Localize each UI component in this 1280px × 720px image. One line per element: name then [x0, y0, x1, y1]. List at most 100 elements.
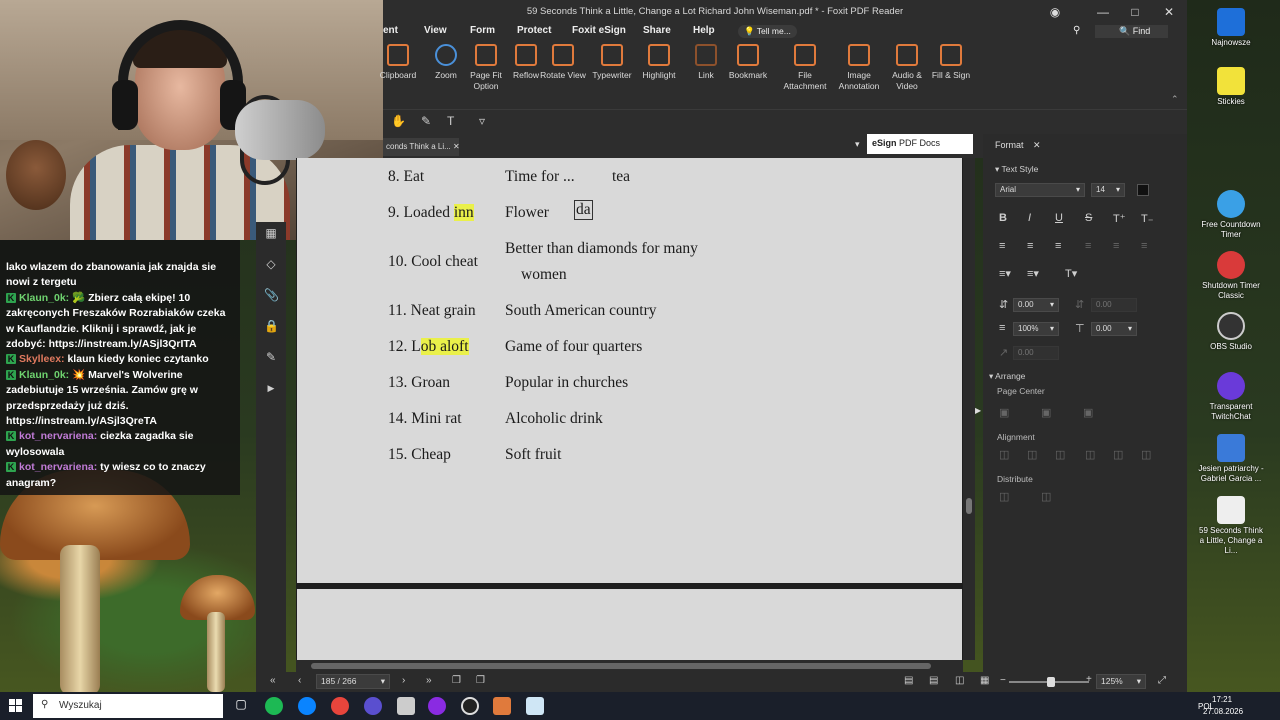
bold-icon[interactable]: B [999, 212, 1007, 224]
center-horizontal-icon[interactable]: ▣ [999, 406, 1009, 419]
bookmark-button[interactable]: Bookmark [725, 44, 771, 81]
superscript-icon[interactable]: T⁺ [1113, 212, 1126, 225]
desktop-icon[interactable]: 59 Seconds Think a Little, Change a Li..… [1196, 496, 1266, 556]
align-left-icon[interactable]: ≡ [999, 240, 1005, 252]
customize-dropdown-icon[interactable]: ▿ [479, 114, 485, 128]
align-objects-right-icon[interactable]: ◫ [1055, 448, 1065, 461]
justify-right-icon[interactable]: ≡ [1141, 240, 1147, 252]
maximize-button[interactable]: □ [1127, 4, 1143, 20]
audio-video-button[interactable]: Audio & Video [884, 44, 930, 92]
facing-page-icon[interactable]: ◫ [955, 675, 964, 686]
app-icon[interactable] [428, 697, 446, 715]
rotate-view-button[interactable]: Rotate View [540, 44, 586, 81]
single-page-icon[interactable]: ▤ [904, 675, 913, 686]
continuous-facing-icon[interactable]: ▦ [980, 675, 989, 686]
desktop-icon[interactable]: Stickies [1196, 67, 1266, 107]
align-objects-top-icon[interactable]: ◫ [1085, 448, 1095, 461]
horizontal-scale-select[interactable]: 100% ▾ [1013, 322, 1059, 336]
security-lock-icon[interactable]: 🔒 [264, 319, 279, 333]
center-vertical-icon[interactable]: ▣ [1041, 406, 1051, 419]
distribute-horizontal-icon[interactable]: ◫ [999, 490, 1009, 503]
zoom-out-icon[interactable]: − [1000, 675, 1006, 686]
align-center-icon[interactable]: ≡ [1027, 240, 1033, 252]
app-icon[interactable] [397, 697, 415, 715]
tab-format[interactable]: Format [995, 140, 1024, 150]
zoom-in-icon[interactable]: + [1086, 674, 1092, 685]
distribute-vertical-icon[interactable]: ◫ [1041, 490, 1051, 503]
account-icon[interactable]: ◉ [1047, 4, 1063, 20]
attachment-icon[interactable]: 📎 [264, 288, 279, 302]
thumbnail-icon[interactable]: ▦ [264, 226, 278, 240]
align-objects-center-icon[interactable]: ◫ [1027, 448, 1037, 461]
numbered-list-icon[interactable]: ≡▾ [1027, 267, 1039, 280]
collapse-format-panel-icon[interactable]: ▶ [975, 406, 981, 415]
center-both-icon[interactable]: ▣ [1083, 406, 1093, 419]
document-viewport[interactable]: 8. Eat Time for ... tea 9. Loaded inn Fl… [296, 158, 963, 660]
chrome-icon[interactable] [331, 697, 349, 715]
text-rise-select[interactable]: 0.00 [1013, 346, 1059, 360]
link-button[interactable]: Link [683, 44, 729, 81]
clipboard-button[interactable]: Clipboard [375, 44, 421, 81]
tab-list-dropdown-icon[interactable]: ▾ [855, 139, 860, 150]
zoom-slider[interactable] [1009, 677, 1089, 687]
zoom-level-select[interactable]: 125% ▾ [1096, 674, 1146, 689]
first-page-icon[interactable]: « [270, 675, 276, 686]
menu-share[interactable]: Share [643, 25, 671, 36]
last-page-icon[interactable]: » [426, 675, 432, 686]
typewriter-button[interactable]: Typewriter [589, 44, 635, 81]
align-objects-left-icon[interactable]: ◫ [999, 448, 1009, 461]
typewriter-textbox[interactable]: da [574, 200, 593, 220]
paragraph-spacing-select[interactable]: 0.00 [1091, 298, 1137, 312]
layers-icon[interactable]: ◇ [264, 257, 278, 271]
align-objects-bottom-icon[interactable]: ◫ [1141, 448, 1151, 461]
menu-foxit-esign[interactable]: Foxit eSign [572, 25, 626, 36]
desktop-icon[interactable]: Transparent TwitchChat [1196, 372, 1266, 422]
menu-form[interactable]: Form [470, 25, 495, 36]
menu-view[interactable]: View [424, 25, 447, 36]
desktop-icon[interactable]: Najnowsze [1196, 8, 1266, 48]
prev-page-icon[interactable]: ‹ [298, 675, 301, 686]
menu-comment[interactable]: ent [383, 25, 398, 36]
foxit-icon[interactable] [493, 697, 511, 715]
tell-me-input[interactable]: 💡 Tell me... [738, 25, 797, 38]
bullet-list-icon[interactable]: ≡▾ [999, 267, 1011, 280]
menu-protect[interactable]: Protect [517, 25, 551, 36]
search-icon[interactable]: ⚲ [1073, 25, 1080, 36]
line-spacing-select[interactable]: 0.00 ▾ [1013, 298, 1059, 312]
menu-help[interactable]: Help [693, 25, 715, 36]
signature-pen-icon[interactable]: ✎ [264, 350, 278, 364]
page-view-icon[interactable]: ❐ [452, 675, 461, 686]
text-tool-icon[interactable]: T [447, 114, 454, 128]
italic-icon[interactable]: I [1028, 212, 1031, 224]
app-icon[interactable] [364, 697, 382, 715]
close-button[interactable]: ✕ [1161, 4, 1177, 20]
desktop-icon[interactable]: Shutdown Timer Classic [1196, 251, 1266, 301]
underline-icon[interactable]: U [1055, 212, 1063, 224]
fullscreen-icon[interactable]: ⤢ [1158, 675, 1166, 686]
close-tab-icon[interactable]: ✕ [453, 142, 459, 151]
justify-all-icon[interactable]: ≡ [1113, 240, 1119, 252]
highlight-button[interactable]: Highlight [636, 44, 682, 81]
edit-pen-icon[interactable]: ✎ [421, 114, 431, 128]
close-panel-icon[interactable]: ✕ [1033, 140, 1041, 151]
edge-icon[interactable] [298, 697, 316, 715]
taskbar-search-input[interactable]: ⚲ Wyszukaj [33, 694, 223, 718]
obs-icon[interactable] [461, 697, 479, 715]
notepad-icon[interactable] [526, 697, 544, 715]
task-view-icon[interactable]: ▢ [232, 697, 250, 715]
next-page-icon[interactable]: › [402, 675, 405, 686]
desktop-icon[interactable]: Jesien patriarchy - Gabriel Garcia ... [1196, 434, 1266, 484]
file-attachment-button[interactable]: File Attachment [782, 44, 828, 92]
justify-icon[interactable]: ≡ [1085, 240, 1091, 252]
text-direction-icon[interactable]: T▾ [1065, 267, 1077, 280]
horizontal-scrollbar[interactable] [296, 660, 963, 672]
clock-time[interactable]: 17:21 [1212, 695, 1232, 704]
font-family-select[interactable]: Arial ▾ [995, 183, 1085, 197]
align-right-icon[interactable]: ≡ [1055, 240, 1061, 252]
font-color-picker[interactable] [1137, 184, 1149, 196]
expand-panel-icon[interactable]: ▶ [264, 381, 278, 395]
continuous-view-icon[interactable]: ❐ [476, 675, 485, 686]
continuous-page-icon[interactable]: ▤ [929, 675, 938, 686]
image-annotation-button[interactable]: Image Annotation [836, 44, 882, 92]
font-size-select[interactable]: 14 ▾ [1091, 183, 1125, 197]
